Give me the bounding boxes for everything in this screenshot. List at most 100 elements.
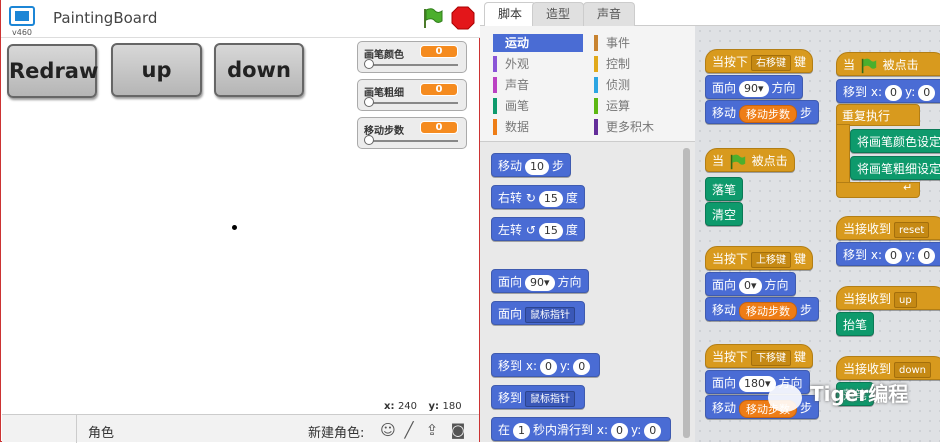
slider-knob[interactable] [364, 59, 374, 69]
forever-arm [836, 124, 850, 184]
slider-knob[interactable] [364, 97, 374, 107]
block-move[interactable]: 移动 移动步数步 [705, 100, 820, 124]
upload-icon[interactable]: ⇪ [423, 421, 441, 439]
block-goto[interactable]: 移到 鼠标指针 [491, 385, 586, 409]
tab-scripts[interactable]: 脚本 [484, 2, 536, 26]
block-turn-right[interactable]: 右转 ↻ 15 度 [491, 185, 585, 209]
block-input[interactable]: 0 [918, 247, 936, 264]
stage[interactable]: Redraw up down 画笔颜色 0 画笔粗细 0 移动步数 0 [2, 38, 479, 398]
slider-track[interactable] [368, 64, 458, 66]
tab-costumes[interactable]: 造型 [532, 2, 584, 26]
block-text: 方向 [764, 278, 789, 292]
block-text: x: [596, 423, 609, 437]
block-input[interactable]: 0 [885, 247, 902, 264]
stop-icon[interactable] [451, 6, 475, 30]
hat-flag-clicked[interactable]: 当 被点击 [836, 52, 940, 76]
block-point-direction[interactable]: 面向 90▾ 方向 [705, 75, 803, 99]
fullscreen-icon[interactable] [9, 6, 35, 26]
palette-scrollbar[interactable] [683, 148, 690, 438]
hat-key-right[interactable]: 当按下 右移键键 [705, 49, 814, 73]
slider-track[interactable] [368, 102, 458, 104]
variable-reporter[interactable]: 移动步数 [739, 301, 798, 320]
block-input[interactable]: 10 [525, 158, 550, 175]
wechat-icon [768, 384, 802, 412]
block-turn-left[interactable]: 左转 ↺ 15 度 [491, 217, 585, 241]
block-glide[interactable]: 在 1 秒内滑行到 x: 0 y: 0 [491, 417, 672, 441]
block-input[interactable]: 0 [540, 358, 557, 375]
block-input[interactable]: 15 [538, 190, 563, 207]
block-dropdown[interactable]: up [894, 291, 917, 308]
category-operators[interactable]: 运算 [594, 97, 630, 115]
category-label: 画笔 [505, 99, 530, 113]
block-clear[interactable]: 清空 [705, 202, 744, 226]
block-point-direction[interactable]: 面向 0▾ 方向 [705, 272, 796, 296]
hat-flag-clicked[interactable]: 当 被点击 [705, 148, 795, 172]
block-input[interactable]: 90▾ [739, 80, 769, 97]
green-flag-icon[interactable] [420, 6, 444, 30]
sprite-bar: 角色 新建角色: ☺ ╱ ⇪ ◙ [2, 414, 479, 443]
category-pen[interactable]: 画笔 [493, 97, 529, 115]
block-dropdown[interactable]: 右移键 [751, 54, 792, 71]
block-text: 当接收到 [843, 362, 892, 376]
category-label: 运动 [505, 36, 530, 50]
block-move[interactable]: 移动 移动步数步 [705, 297, 820, 321]
redraw-button[interactable]: Redraw [7, 44, 98, 98]
project-title[interactable]: PaintingBoard [53, 9, 157, 27]
block-text: 被点击 [751, 154, 788, 168]
block-input[interactable]: 0 [918, 84, 936, 101]
hat-receive-up[interactable]: 当接收到 up [836, 286, 940, 310]
block-input[interactable]: 0▾ [739, 277, 762, 294]
block-goto-xy[interactable]: 移到 x: 0 y: 0 [491, 353, 601, 377]
block-dropdown[interactable]: 鼠标指针 [525, 306, 576, 323]
block-goto-xy[interactable]: 移到 x: 0 y: 0 [836, 79, 940, 103]
block-point-towards[interactable]: 面向 鼠标指针 [491, 301, 586, 325]
block-input[interactable]: 0 [885, 84, 902, 101]
hat-receive-down[interactable]: 当接收到 down [836, 356, 940, 380]
category-label: 数据 [505, 120, 530, 134]
down-button[interactable]: down [214, 43, 304, 97]
block-text: x: [870, 85, 882, 99]
block-input[interactable]: 0 [573, 358, 591, 375]
block-goto-xy[interactable]: 移到 x: 0 y: 0 [836, 242, 940, 266]
block-pen-down[interactable]: 落笔 [705, 177, 744, 201]
block-dropdown[interactable]: down [894, 361, 931, 378]
pen-sprite[interactable] [232, 225, 237, 230]
slider-track[interactable] [368, 140, 458, 142]
sprite-library-icon[interactable]: ☺ [379, 421, 397, 439]
category-events[interactable]: 事件 [594, 34, 630, 52]
category-data[interactable]: 数据 [493, 118, 529, 136]
category-motion[interactable]: 运动 [493, 34, 583, 52]
variable-reporter[interactable]: 移动步数 [739, 104, 798, 123]
paint-brush-icon[interactable]: ╱ [400, 421, 418, 439]
category-sound[interactable]: 声音 [493, 76, 529, 94]
up-button[interactable]: up [111, 43, 202, 97]
block-text: 步 [800, 106, 813, 120]
hat-key-down[interactable]: 当按下 下移键键 [705, 344, 814, 368]
category-sensing[interactable]: 侦测 [594, 76, 630, 94]
category-looks[interactable]: 外观 [493, 55, 529, 73]
tab-sounds[interactable]: 声音 [583, 2, 635, 26]
block-pen-up[interactable]: 抬笔 [836, 312, 875, 336]
block-input[interactable]: 1 [513, 422, 531, 439]
block-dropdown[interactable]: 上移键 [751, 251, 792, 268]
block-text: 面向 [498, 307, 523, 321]
block-text: x: [525, 359, 537, 373]
block-dropdown[interactable]: 下移键 [751, 349, 792, 366]
stage-pane: v460 PaintingBoard Redraw up down 画笔颜色 0… [0, 0, 481, 443]
block-move[interactable]: 移动 10 步 [491, 153, 572, 177]
block-set-pen-size[interactable]: 将画笔粗细设定 [850, 156, 940, 180]
block-input[interactable]: 0 [644, 422, 662, 439]
block-set-pen-color[interactable]: 将画笔颜色设定 [850, 129, 940, 153]
category-control[interactable]: 控制 [594, 55, 630, 73]
hat-key-up[interactable]: 当按下 上移键键 [705, 246, 814, 270]
block-input[interactable]: 15 [538, 222, 563, 239]
block-input[interactable]: 90▾ [525, 274, 555, 291]
block-dropdown[interactable]: reset [894, 221, 930, 238]
block-input[interactable]: 0 [611, 422, 629, 439]
block-point-direction[interactable]: 面向 90▾ 方向 [491, 269, 589, 293]
hat-receive-reset[interactable]: 当接收到 reset [836, 216, 940, 240]
camera-icon[interactable]: ◙ [449, 421, 467, 439]
block-dropdown[interactable]: 鼠标指针 [525, 390, 576, 407]
category-more-blocks[interactable]: 更多积木 [594, 118, 654, 136]
slider-knob[interactable] [364, 135, 374, 145]
